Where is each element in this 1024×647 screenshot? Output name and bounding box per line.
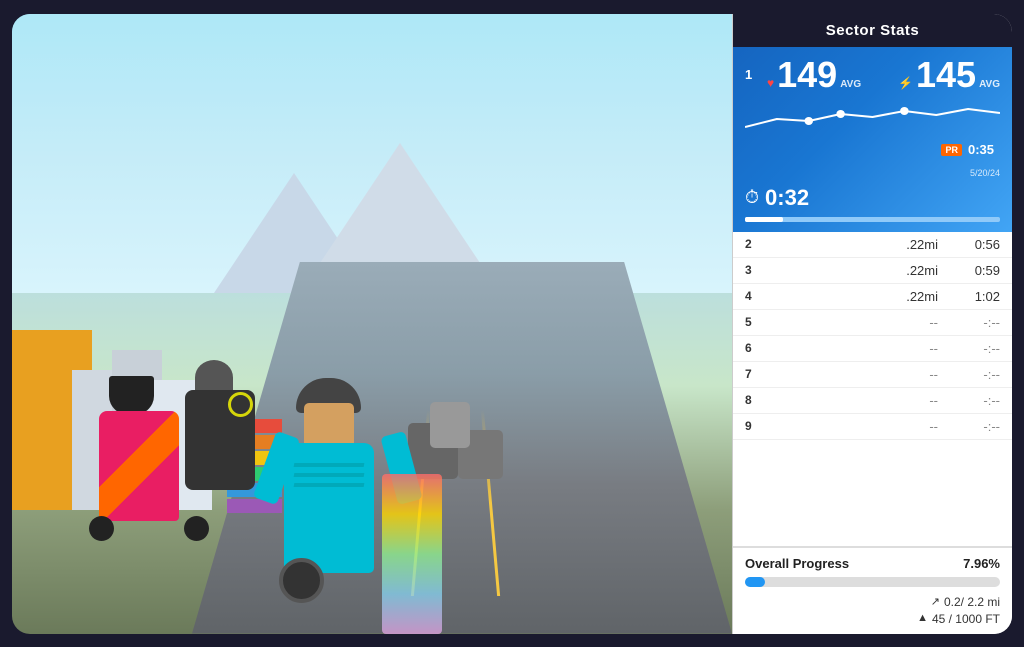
sector-row-dist-7: -- [765,367,950,382]
sector-row-dist-2: .22mi [765,237,950,252]
sector-row-time-7: -:-- [950,367,1000,382]
sector-row-num-4: 4 [745,289,765,303]
overall-progress-header: Overall Progress 7.96% [745,556,1000,571]
main-container: Sector Stats 1 ♥ 149 AVG ⚡ 145 AVG [12,14,1012,634]
cyclist-wheel-back [279,558,324,603]
jersey-stripe-2 [294,473,365,477]
sector-row-7: 7 -- -:-- [733,362,1012,388]
power-metric: ⚡ 145 AVG [898,57,1000,93]
sector-1-area: 1 ♥ 149 AVG ⚡ 145 AVG [733,47,1012,232]
sector-row-dist-5: -- [765,315,950,330]
sector-row-dist-8: -- [765,393,950,408]
cyclist-left-wheel-front [184,516,209,541]
performance-graph [745,99,1000,134]
heart-value: 149 [777,57,837,93]
cyclist-left-body [99,411,179,521]
current-time-row: ⏱ 0:32 [745,185,1000,211]
overall-progress-section: Overall Progress 7.96% ↗ 0.2/ 2.2 mi ▲ 4… [733,546,1012,634]
pr-row: PR 0:35 [745,141,1000,159]
game-scene [12,14,732,634]
sector-row-8: 8 -- -:-- [733,388,1012,414]
bg-cyclist-3 [430,383,470,448]
sector-row-num-2: 2 [745,237,765,251]
sector-row-time-4: 1:02 [950,289,1000,304]
hud-panel: Sector Stats 1 ♥ 149 AVG ⚡ 145 AVG [732,14,1012,634]
cyclist-body [284,443,374,573]
sector-row-dist-3: .22mi [765,263,950,278]
distance-icon: ↗ [931,595,940,609]
sector-row-6: 6 -- -:-- [733,336,1012,362]
graph-area [745,93,1000,141]
overall-label: Overall Progress [745,556,849,571]
sector-row-time-8: -:-- [950,393,1000,408]
jersey-stripe-3 [294,483,365,487]
elevation-value: 45 / 1000 FT [932,612,1000,626]
sector-row-num-7: 7 [745,367,765,381]
cyclist-left-wheel-back [89,516,114,541]
bolt-icon: ⚡ [898,76,913,90]
sector-row-9: 9 -- -:-- [733,414,1012,440]
sector-row-time-5: -:-- [950,315,1000,330]
elevation-stats-row: ▲ 45 / 1000 FT [745,612,1000,626]
sector-progress-fill [745,217,783,222]
sector-rows-container: 2 .22mi 0:56 3 .22mi 0:59 4 .22mi 1:02 5… [733,232,1012,546]
heart-label: AVG [840,79,861,90]
sector-row-4: 4 .22mi 1:02 [733,284,1012,310]
sector-row-num-8: 8 [745,393,765,407]
neon-ring-1 [228,392,253,417]
distance-value: 0.2/ 2.2 mi [944,595,1000,609]
sector-1-num: 1 [745,67,759,82]
overall-pct: 7.96% [963,556,1000,571]
sector-row-num-9: 9 [745,419,765,433]
heart-icon: ♥ [767,76,774,90]
sector-row-num-3: 3 [745,263,765,277]
sector-progress-bar [745,217,1000,222]
heart-metric: ♥ 149 AVG [767,57,861,93]
sector-row-time-3: 0:59 [950,263,1000,278]
overall-bar-track [745,577,1000,587]
sector-row-num-5: 5 [745,315,765,329]
sector-row-time-6: -:-- [950,341,1000,356]
panel-title: Sector Stats [826,22,920,39]
distance-stats-row: ↗ 0.2/ 2.2 mi [745,595,1000,609]
sector-1-top-row: 1 ♥ 149 AVG ⚡ 145 AVG [745,57,1000,93]
sector-row-dist-6: -- [765,341,950,356]
sector-row-time-9: -:-- [950,419,1000,434]
current-time: 0:32 [765,185,809,211]
sector-row-time-2: 0:56 [950,237,1000,252]
cyclist-head [304,403,354,448]
sector-row-num-6: 6 [745,341,765,355]
pr-date: 5/20/24 [970,168,1000,178]
pr-time: 0:35 [968,142,994,157]
bg-body-3 [430,402,470,448]
sector-row-dist-9: -- [765,419,950,434]
power-value: 145 [916,57,976,93]
sector-row-dist-4: .22mi [765,289,950,304]
road-art [382,474,442,634]
jersey-stripe-1 [294,463,365,467]
sector-row-3: 3 .22mi 0:59 [733,258,1012,284]
cyclist-left-head [109,376,154,416]
pr-badge: PR [941,144,962,156]
power-label: AVG [979,79,1000,90]
sector-row-5: 5 -- -:-- [733,310,1012,336]
sector-row-2: 2 .22mi 0:56 [733,232,1012,258]
elevation-icon: ▲ [917,612,928,626]
clock-icon: ⏱ [745,187,759,208]
overall-bar-fill [745,577,765,587]
pr-date-row: 5/20/24 [745,163,1000,181]
panel-header: Sector Stats [733,14,1012,47]
